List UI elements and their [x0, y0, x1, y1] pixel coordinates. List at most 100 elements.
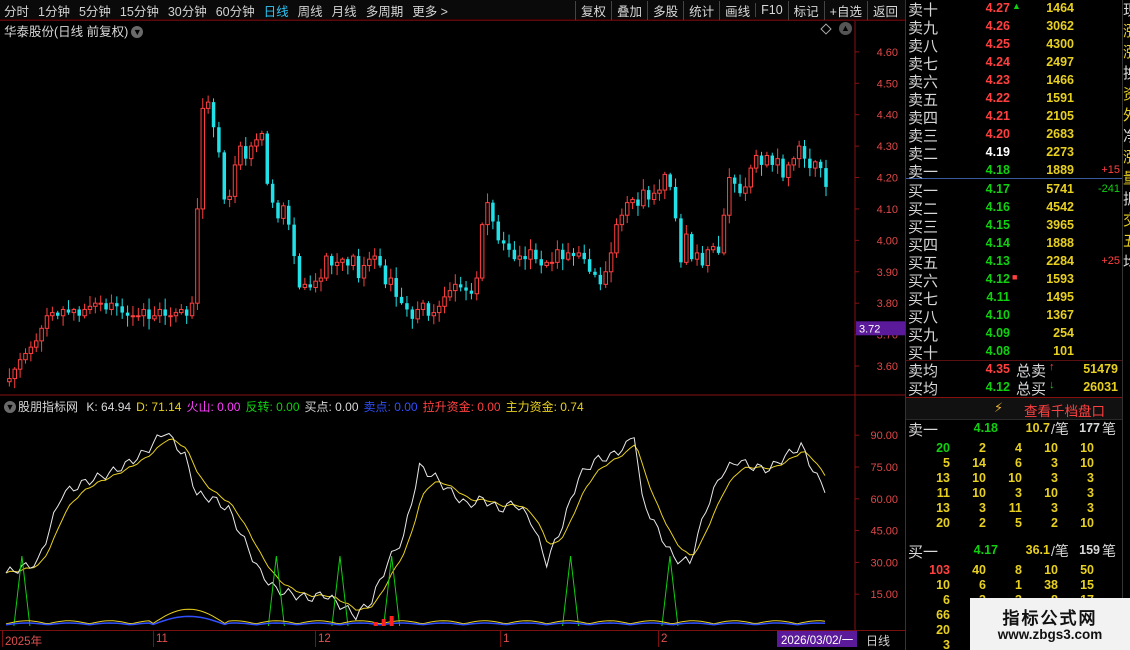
period-tab[interactable]: 周线 — [298, 1, 323, 20]
period-tab[interactable]: 月线 — [332, 1, 357, 20]
period-tab[interactable]: 分时 — [4, 1, 29, 20]
candle-body — [23, 352, 28, 361]
indicator-value: 主力资金: 0.74 — [505, 400, 584, 414]
time-axis: 2025年 11 12 1 2 — [0, 630, 905, 650]
bid-row[interactable]: 买九 4.09 254 — [906, 325, 1123, 344]
kline-chart[interactable]: 4.604.504.404.304.204.104.003.903.803.70… — [0, 20, 905, 396]
candle-body — [738, 183, 742, 194]
candle-body — [813, 161, 818, 169]
bid-row[interactable]: 买十 4.08 101 — [906, 343, 1123, 362]
summary-price: 4.12 — [985, 380, 1010, 394]
depth-cell: 10 — [972, 471, 986, 485]
ask-row[interactable]: 卖三 4.20 2683 — [906, 126, 1123, 145]
ask-row[interactable]: 卖九 4.26 3062 — [906, 18, 1123, 37]
tool-button[interactable]: F10 — [755, 3, 788, 17]
period-tab[interactable]: 更多 > — [412, 1, 448, 20]
indicator-title: ▼ 股朋指标网 K: 64.94 D: 71.14 火山: 0.00 反转: 0.00 买… — [4, 398, 589, 415]
candle-body — [453, 283, 458, 292]
depth-cell: 38 — [1044, 578, 1058, 592]
chevron-down-icon[interactable]: ▼ — [131, 26, 144, 38]
period-tab[interactable]: 日线 — [264, 1, 289, 20]
indicator-value: 买点: 0.00 — [304, 400, 359, 414]
tool-button[interactable]: 画线 — [719, 0, 755, 20]
ask-row[interactable]: 卖四 4.21 2105 — [906, 108, 1123, 127]
period-label[interactable]: 日线 — [866, 632, 890, 649]
candle-body — [727, 177, 732, 216]
tool-button[interactable]: 返回 — [866, 0, 903, 20]
period-tab[interactable]: 5分钟 — [79, 1, 111, 20]
bid-row[interactable]: 买七 4.11 1495 — [906, 289, 1123, 308]
level-price: 4.16 — [985, 200, 1010, 214]
candle-body — [286, 205, 291, 225]
chevron-down-icon[interactable]: ▼ — [4, 401, 16, 413]
candle-body — [710, 246, 716, 251]
candle-body — [222, 152, 227, 200]
tool-button[interactable]: 标记 — [787, 0, 824, 20]
ask-row[interactable]: 卖五 4.22 1591 — [906, 90, 1123, 109]
candle-body — [759, 155, 764, 165]
bid-row[interactable]: 买六 4.12 ■ 1593 — [906, 271, 1123, 290]
down-arrow-icon: ↓ — [1049, 379, 1055, 391]
view-depth-button[interactable]: 查看千档盘口 — [1024, 400, 1105, 420]
ask-row[interactable]: 卖一 4.18 1889 +15 — [906, 162, 1123, 181]
ask-row[interactable]: 卖六 4.23 1466 — [906, 72, 1123, 91]
period-tab[interactable]: 30分钟 — [168, 1, 207, 20]
tool-button[interactable]: 统计 — [683, 0, 719, 20]
indicator-value: D: 71.14 — [136, 400, 182, 414]
candle-body — [248, 145, 254, 160]
tool-button[interactable]: +自选 — [823, 0, 867, 20]
candle-body — [565, 252, 571, 260]
indicator-value: 拉升资金: 0.00 — [422, 400, 501, 414]
tool-button[interactable]: 多股 — [647, 0, 683, 20]
candle-body — [141, 308, 146, 317]
ask-row[interactable]: 卖八 4.25 4300 — [906, 36, 1123, 55]
price-tick-label: 3.60 — [877, 361, 898, 373]
bid-row[interactable]: 买八 4.10 1367 — [906, 307, 1123, 326]
candle-body — [582, 252, 586, 260]
candle-body — [77, 309, 81, 316]
indicator-tick-label: 90.00 — [870, 430, 898, 442]
period-tab[interactable]: 15分钟 — [120, 1, 159, 20]
collapse-icon[interactable]: ▲ — [839, 22, 852, 35]
period-tab[interactable]: 60分钟 — [216, 1, 255, 20]
depth-cell: 5 — [1015, 516, 1022, 530]
candle-body — [679, 218, 683, 263]
depth-cell: 10 — [1008, 471, 1022, 485]
level-volume: 2273 — [1046, 145, 1074, 159]
ask-row[interactable]: 卖十 4.27 ▲ 1464 — [906, 0, 1123, 19]
main-fund-line — [5, 608, 826, 625]
bid-row[interactable]: 买三 4.15 3965 — [906, 217, 1123, 236]
indicator-chart[interactable]: 90.00 75.00 60.00 45.00 30.00 15.00 — [0, 396, 905, 630]
reversal-signal — [562, 555, 580, 627]
bid-row[interactable]: 买五 4.13 2284 +25 — [906, 253, 1123, 272]
candle-body — [297, 256, 302, 288]
depth-cell: 10 — [1044, 486, 1058, 500]
bid-row[interactable]: 买一 4.17 5741 -241 — [906, 181, 1123, 200]
tool-button[interactable]: 叠加 — [611, 0, 647, 20]
ask-row[interactable]: 卖二 4.19 2273 — [906, 144, 1123, 163]
candle-body — [115, 303, 119, 307]
candle-body — [195, 208, 200, 304]
tool-button[interactable]: 复权 — [575, 0, 611, 20]
pullup-bar — [373, 622, 378, 626]
level-price: 4.14 — [985, 236, 1010, 250]
side-strip-label: 均 — [1123, 252, 1130, 273]
candle-body — [512, 249, 517, 260]
candles — [7, 95, 828, 389]
reversal-signal — [13, 555, 31, 627]
candle-body — [259, 133, 265, 141]
period-tabs: 分时 1分钟 5分钟 15分钟 30分钟 60分钟 日线 周线 月线 多周期 更多 > — [4, 0, 448, 20]
bid-row[interactable]: 买二 4.16 4542 — [906, 199, 1123, 218]
period-tab[interactable]: 多周期 — [366, 1, 404, 20]
depth-cell: 13 — [936, 501, 950, 515]
bid-row[interactable]: 买四 4.14 1888 — [906, 235, 1123, 254]
d-line — [5, 438, 826, 611]
time-label: 11 — [156, 633, 168, 645]
candle-body — [179, 308, 184, 314]
candle-body — [163, 309, 167, 316]
ask-row[interactable]: 卖七 4.24 2497 — [906, 54, 1123, 73]
side-strip-label: 资 — [1123, 84, 1130, 105]
depth-row: 13 10 10 3 3 — [906, 471, 1123, 486]
depth-cell: 8 — [1015, 563, 1022, 577]
period-tab[interactable]: 1分钟 — [38, 1, 70, 20]
